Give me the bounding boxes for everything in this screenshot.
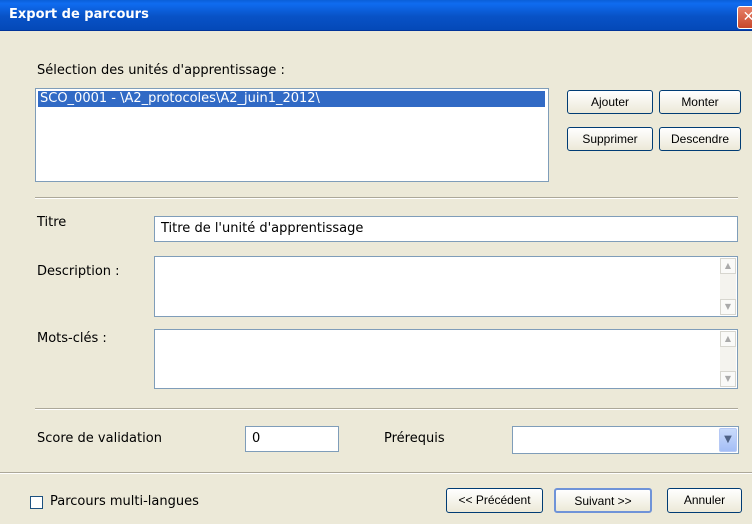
chevron-up-icon[interactable]: ▲: [720, 331, 736, 347]
titre-input[interactable]: Titre de l'unité d'apprentissage: [154, 216, 738, 242]
description-scrollbar[interactable]: ▲ ▼: [720, 258, 736, 315]
mots-cles-scrollbar[interactable]: ▲ ▼: [720, 331, 736, 387]
mots-cles-textarea[interactable]: ▲ ▼: [154, 329, 738, 389]
monter-button[interactable]: Monter: [659, 90, 741, 114]
close-button[interactable]: ✕: [737, 6, 752, 29]
list-item[interactable]: SCO_0001 - \A2_protocoles\A2_juin1_2012\: [38, 91, 545, 107]
mots-cles-label: Mots-clés :: [37, 331, 107, 346]
score-label: Score de validation: [37, 431, 162, 446]
separator: [35, 197, 738, 199]
annuler-button[interactable]: Annuler: [667, 488, 742, 513]
window-title: Export de parcours: [9, 7, 149, 22]
supprimer-button[interactable]: Supprimer: [567, 127, 653, 151]
ajouter-button[interactable]: Ajouter: [567, 90, 653, 114]
score-value: 0: [252, 431, 261, 446]
precedent-button[interactable]: << Précédent: [446, 488, 543, 513]
separator: [35, 408, 738, 410]
suivant-button[interactable]: Suivant >>: [554, 488, 652, 513]
titre-label: Titre: [37, 215, 67, 230]
description-label: Description :: [37, 264, 120, 279]
score-input[interactable]: 0: [245, 426, 339, 452]
separator: [0, 472, 752, 474]
titre-value: Titre de l'unité d'apprentissage: [161, 221, 364, 236]
description-textarea[interactable]: ▲ ▼: [154, 256, 738, 317]
selection-label: Sélection des unités d'apprentissage :: [37, 63, 285, 78]
title-bar: Export de parcours ✕: [0, 0, 752, 31]
chevron-down-icon[interactable]: ▼: [719, 428, 737, 452]
units-listbox[interactable]: SCO_0001 - \A2_protocoles\A2_juin1_2012\: [35, 88, 549, 182]
close-icon: ✕: [742, 9, 752, 25]
chevron-up-icon[interactable]: ▲: [720, 258, 736, 274]
prerequis-select[interactable]: ▼: [512, 426, 739, 454]
multilang-label: Parcours multi-langues: [50, 494, 199, 509]
chevron-down-icon[interactable]: ▼: [720, 371, 736, 387]
prerequis-label: Prérequis: [384, 431, 445, 446]
descendre-button[interactable]: Descendre: [659, 127, 741, 151]
chevron-down-icon[interactable]: ▼: [720, 299, 736, 315]
multilang-checkbox[interactable]: [30, 496, 43, 509]
